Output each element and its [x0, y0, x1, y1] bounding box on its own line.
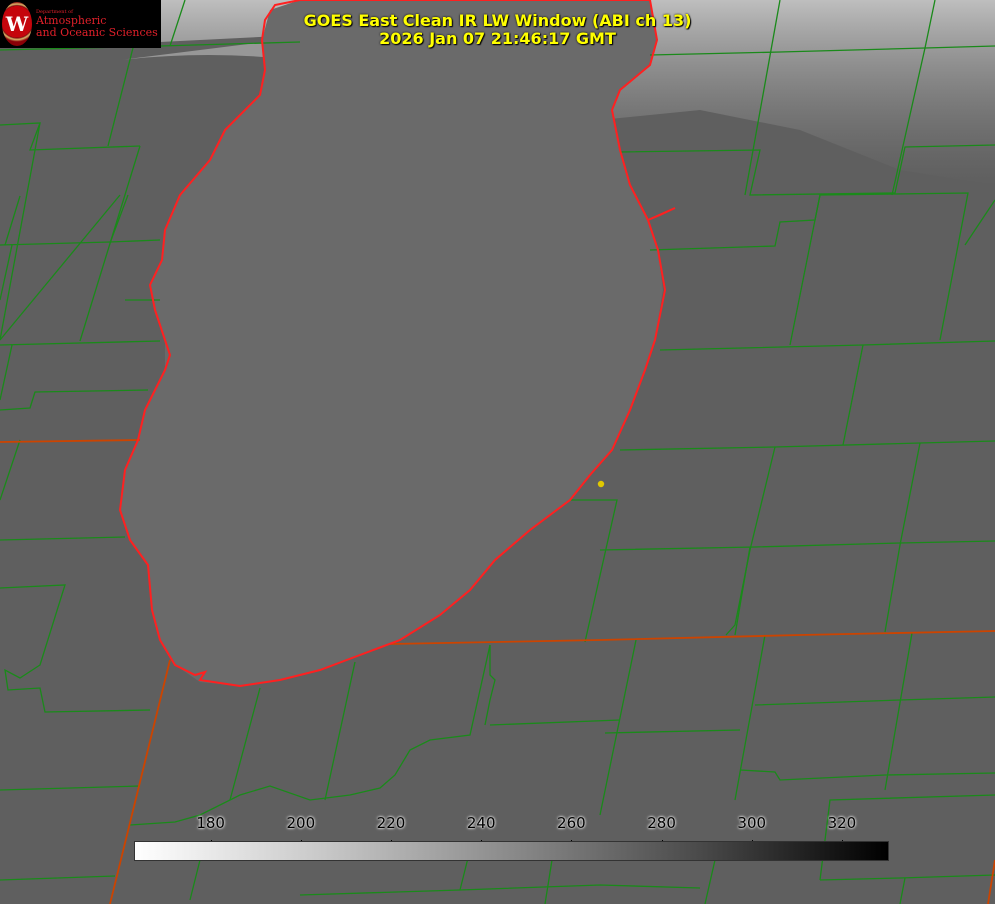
title-line-2: 2026 Jan 07 21:46:17 GMT	[379, 29, 616, 48]
location-marker	[597, 480, 605, 488]
image-title: GOES East Clean IR LW Window (ABI ch 13)…	[300, 12, 695, 48]
colorbar-tick-label: 260	[557, 814, 586, 832]
colorbar-tick-label: 300	[737, 814, 767, 832]
colorbar-tick-label: 220	[376, 814, 406, 832]
colorbar-tick-label: 180	[196, 814, 225, 832]
university-logo: W Department of Atmospheric and Oceanic …	[0, 0, 161, 48]
logo-line-atmospheric: Atmospheric	[36, 14, 107, 28]
colorbar	[134, 841, 889, 861]
colorbar-tick-label: 280	[647, 814, 676, 832]
colorbar-tick-label: 200	[286, 814, 316, 832]
logo-text: Department of Atmospheric and Oceanic Sc…	[36, 9, 158, 39]
logo-line-oceanic: and Oceanic Sciences	[36, 25, 158, 39]
colorbar-tick-label: 240	[466, 814, 496, 832]
university-seal-icon: W	[2, 2, 32, 46]
colorbar-tick-label: 320	[827, 814, 857, 832]
satellite-map	[0, 0, 995, 904]
title-line-1: GOES East Clean IR LW Window (ABI ch 13)	[303, 11, 692, 30]
colorbar-tick-labels: 180 200 220 240 260 280 300 320	[134, 814, 887, 846]
